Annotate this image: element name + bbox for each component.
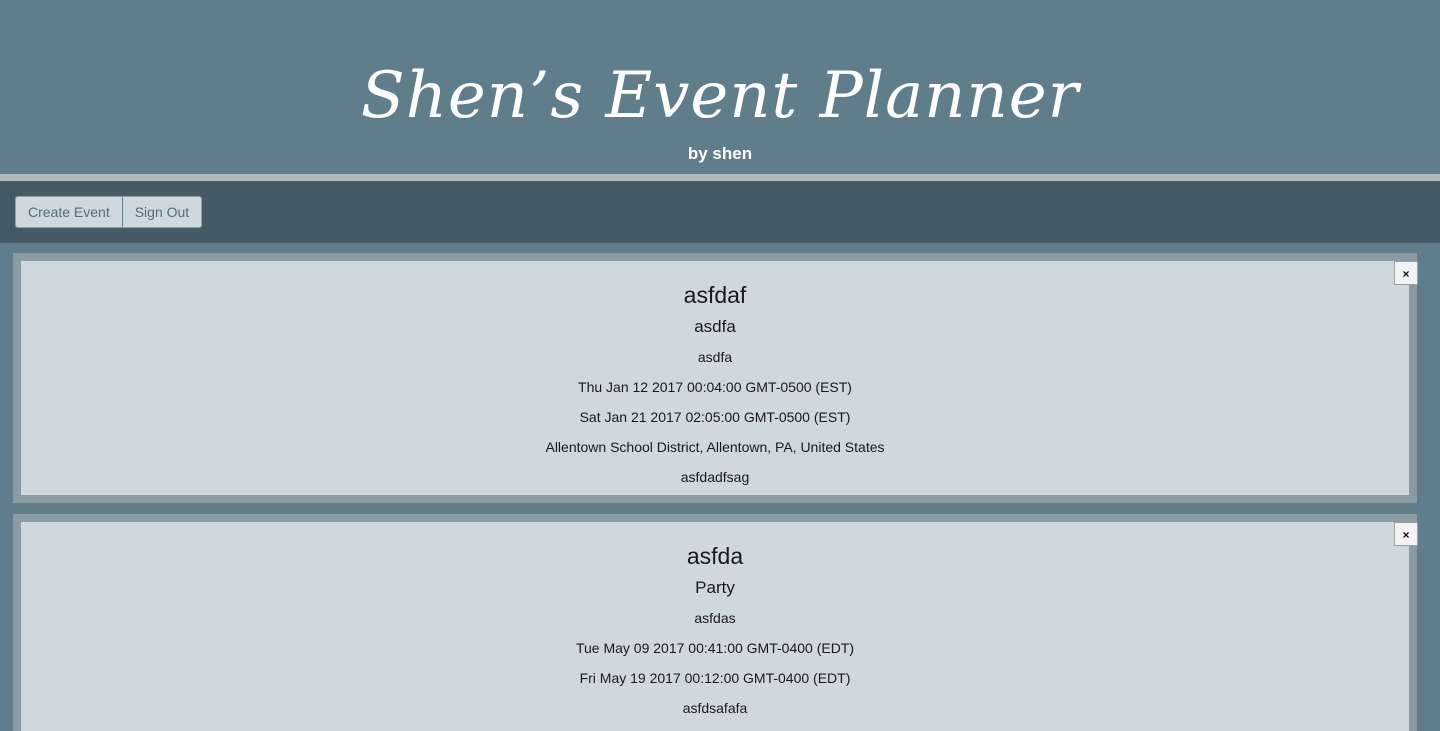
event-host: asdfa xyxy=(697,349,733,365)
event-card: × asfdaf asdfa asdfa Thu Jan 12 2017 00:… xyxy=(13,253,1418,503)
event-location: asfdsafafa xyxy=(682,700,748,716)
create-event-button[interactable]: Create Event xyxy=(15,196,123,228)
toolbar-button-group: Create Event Sign Out xyxy=(15,196,203,228)
header-divider xyxy=(0,174,1440,181)
event-title: asfdaf xyxy=(683,282,747,308)
event-list: × asfdaf asdfa asdfa Thu Jan 12 2017 00:… xyxy=(0,243,1440,731)
event-message: asfdadfsag xyxy=(680,469,750,485)
event-end-time: Fri May 19 2017 00:12:00 GMT-0400 (EDT) xyxy=(579,670,851,686)
event-card: × asfda Party asfdas Tue May 09 2017 00:… xyxy=(13,514,1418,731)
app-header: Shen’s Event Planner by shen xyxy=(0,0,1440,174)
event-title: asfda xyxy=(686,543,744,569)
event-type: Party xyxy=(695,578,735,597)
event-end-time: Sat Jan 21 2017 02:05:00 GMT-0500 (EST) xyxy=(579,409,851,425)
event-card-body: × asfdaf asdfa asdfa Thu Jan 12 2017 00:… xyxy=(21,261,1418,495)
event-card-body: × asfda Party asfdas Tue May 09 2017 00:… xyxy=(21,522,1418,731)
event-start-time: Tue May 09 2017 00:41:00 GMT-0400 (EDT) xyxy=(575,640,855,656)
toolbar: Create Event Sign Out xyxy=(0,181,1440,243)
event-host: asfdas xyxy=(694,610,736,626)
app-subtitle: by shen xyxy=(687,144,753,163)
event-type: asdfa xyxy=(694,317,736,336)
event-start-time: Thu Jan 12 2017 00:04:00 GMT-0500 (EST) xyxy=(578,379,852,395)
app-title: Shen’s Event Planner xyxy=(360,59,1080,133)
event-location: Allentown School District, Allentown, PA… xyxy=(545,439,885,455)
sign-out-button[interactable]: Sign Out xyxy=(122,196,203,228)
